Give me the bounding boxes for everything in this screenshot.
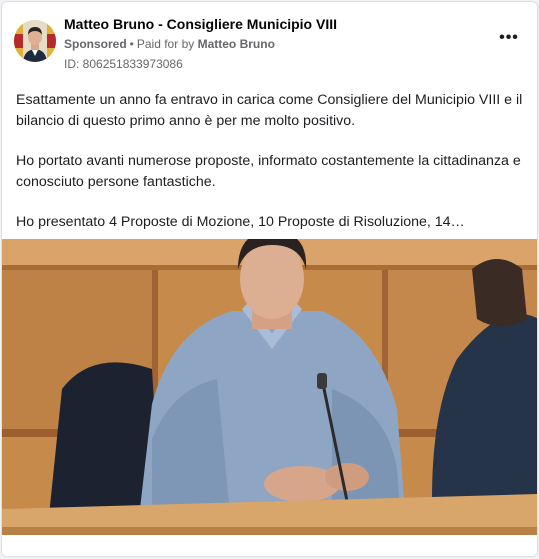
more-horizontal-icon: ••• xyxy=(499,29,519,46)
paid-for-prefix: Paid for by xyxy=(136,37,195,51)
page-name-link[interactable]: Matteo Bruno - Consigliere Municipio VII… xyxy=(64,16,337,32)
ad-meta: Sponsored • Paid for by Matteo Bruno xyxy=(64,37,275,51)
body-paragraph[interactable]: Ho presentato 4 Proposte di Mozione, 10 … xyxy=(16,212,528,233)
council-photo xyxy=(2,239,537,535)
avatar-image xyxy=(14,20,56,62)
card-footer xyxy=(2,535,537,556)
ad-media-image[interactable] xyxy=(2,239,537,535)
ad-body-text: Esattamente un anno fa entravo in carica… xyxy=(16,90,528,252)
meta-separator: • xyxy=(129,37,134,51)
ad-id: ID: 806251833973086 xyxy=(64,57,183,71)
more-options-button[interactable]: ••• xyxy=(499,28,519,48)
body-paragraph: Esattamente un anno fa entravo in carica… xyxy=(16,92,523,129)
page-avatar[interactable] xyxy=(14,20,56,62)
sponsored-label: Sponsored xyxy=(64,37,127,51)
ad-header: Matteo Bruno - Consigliere Municipio VII… xyxy=(2,2,537,77)
ad-card: Matteo Bruno - Consigliere Municipio VII… xyxy=(1,1,538,557)
paid-for-name[interactable]: Matteo Bruno xyxy=(198,37,275,51)
body-paragraph: Ho portato avanti numerose proposte, inf… xyxy=(16,153,521,190)
